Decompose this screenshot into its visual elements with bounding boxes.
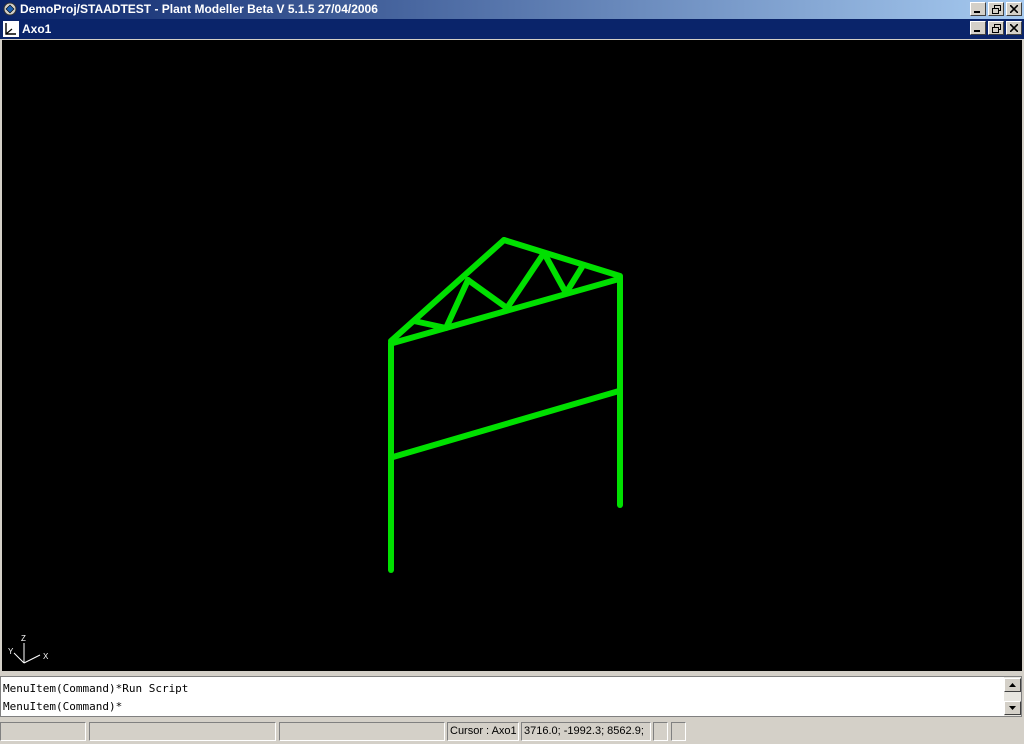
command-log[interactable]: MenuItem(Command)*Run Script MenuItem(Co… [0,676,1022,717]
structure-model[interactable]: Z Y X [2,40,1022,671]
arrow-down-icon [1009,706,1016,710]
view-title: Axo1 [22,22,52,36]
close-icon [1010,5,1018,13]
status-cursor-label: Cursor : Axo1 [447,722,519,741]
status-pane [653,722,668,741]
status-pane [279,722,445,741]
status-pane [0,722,86,741]
command-log-lines: MenuItem(Command)*Run Script MenuItem(Co… [3,680,188,716]
plant-modeller-icon [3,2,17,16]
log-line: MenuItem(Command)* [3,700,123,713]
view-minimize-button[interactable] [970,21,986,35]
axis-y-label: Y [8,647,14,656]
status-pane [89,722,276,741]
minimize-icon [974,30,980,32]
view-window-controls [968,21,1022,35]
app-title: DemoProj/STAADTEST - Plant Modeller Beta… [20,2,378,16]
status-pane [671,722,686,741]
truss-top-chord-right[interactable] [501,237,623,279]
minimize-button[interactable] [970,2,986,16]
truss-web-member[interactable] [411,318,449,331]
truss-web-member[interactable] [465,277,510,311]
scroll-up-button[interactable] [1004,678,1021,692]
3d-viewport[interactable]: Z Y X [2,40,1022,671]
restore-button[interactable] [988,2,1004,16]
app-window-controls [968,2,1022,16]
axonometric-view-icon [3,21,19,37]
view-restore-button[interactable] [988,21,1004,35]
scroll-down-button[interactable] [1004,701,1021,715]
close-icon [1010,24,1018,32]
view-close-button[interactable] [1006,21,1022,35]
view-titlebar[interactable]: Axo1 [0,19,1024,39]
axis-triad [13,643,41,664]
log-scrollbar[interactable] [1004,677,1021,716]
arrow-up-icon [1009,683,1016,687]
status-coordinates: 3716.0; -1992.3; 8562.9; [521,722,651,741]
axis-z-label: Z [21,634,26,643]
app-titlebar[interactable]: DemoProj/STAADTEST - Plant Modeller Beta… [0,0,1024,19]
axis-x-label: X [43,652,49,661]
status-bar: Cursor : Axo1 3716.0; -1992.3; 8562.9; [0,720,1024,744]
restore-icon [991,23,1001,33]
restore-icon [991,4,1001,14]
log-line: MenuItem(Command)*Run Script [3,682,189,695]
middle-beam[interactable] [390,388,622,460]
minimize-icon [974,11,980,13]
close-button[interactable] [1006,2,1022,16]
